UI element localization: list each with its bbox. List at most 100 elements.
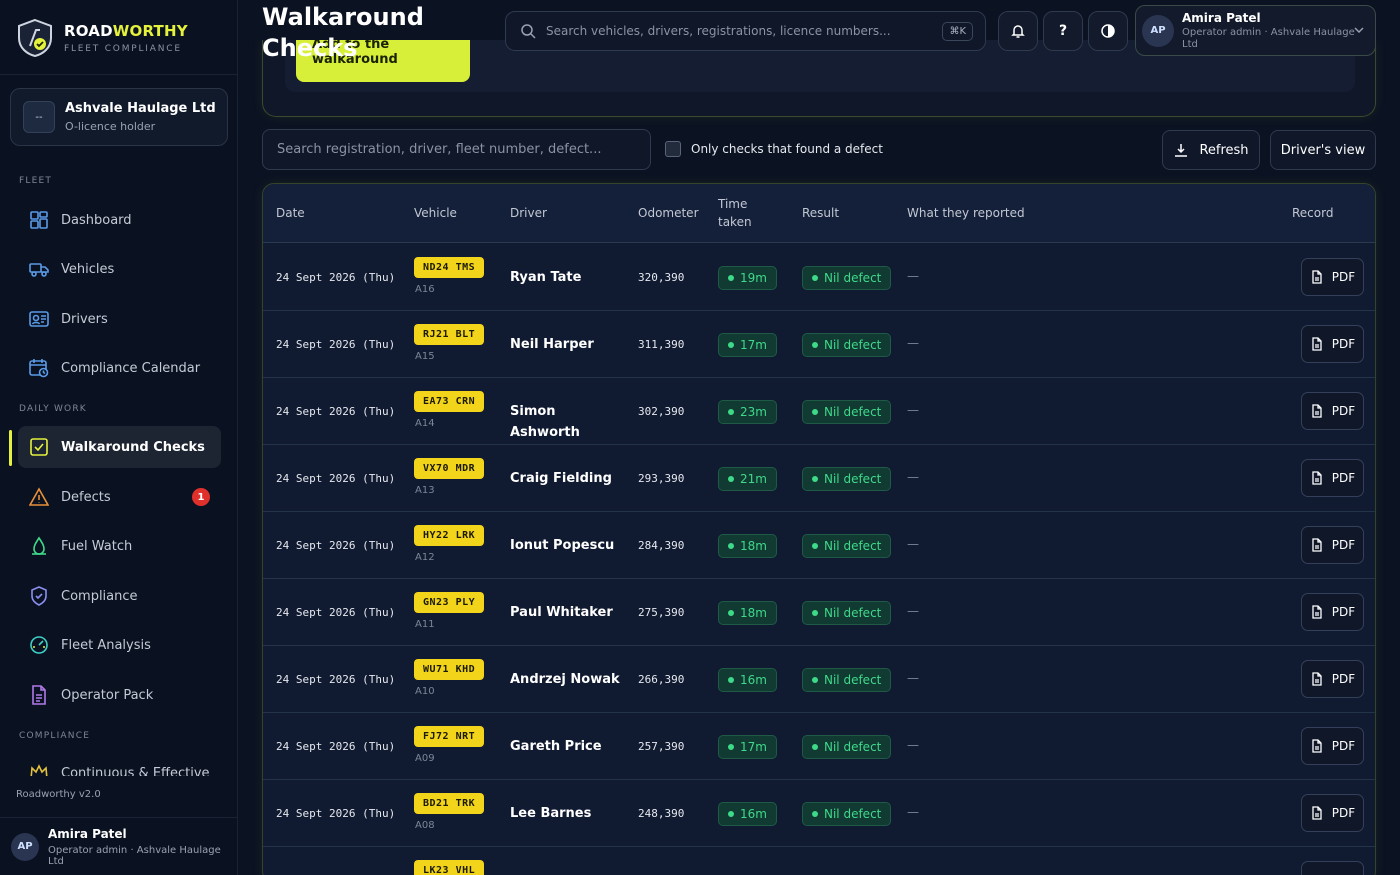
refresh-button[interactable]: Refresh xyxy=(1162,130,1260,170)
sidebar-item-drivers[interactable]: Drivers xyxy=(18,298,221,340)
bell-icon xyxy=(1011,25,1025,38)
registration-plate[interactable]: BD21 TRK xyxy=(414,793,485,814)
check-search-input[interactable]: Search registration, driver, fleet numbe… xyxy=(262,129,651,170)
table-row[interactable]: 24 Sept 2026 (Thu) VX70 MDR A13 Craig Field… xyxy=(263,445,1375,512)
sidebar-item-compliance[interactable]: Compliance xyxy=(18,575,221,617)
driver-name[interactable]: Paul Whitaker xyxy=(510,602,620,623)
driver-name[interactable]: Simon Ashworth xyxy=(510,401,620,443)
global-search-input[interactable]: Search vehicles, drivers, registrations,… xyxy=(505,11,986,51)
table-row[interactable]: 24 Sept 2026 (Thu) HY22 LRK A12 Ionut Popes… xyxy=(263,512,1375,579)
col-date[interactable]: Date xyxy=(276,204,305,222)
driver-name[interactable]: Ionut Popescu xyxy=(510,535,620,556)
sidebar-item-label: Compliance Calendar xyxy=(61,360,201,376)
sidebar-item-continuous-effective[interactable]: Continuous & Effective xyxy=(18,752,221,776)
driver-name[interactable]: Lee Barnes xyxy=(510,803,620,824)
driver-name[interactable]: Gareth Price xyxy=(510,736,620,757)
check-date: 24 Sept 2026 (Thu) xyxy=(276,405,396,418)
sidebar-item-walkaround-checks[interactable]: Walkaround Checks xyxy=(18,426,221,468)
pdf-record-button[interactable]: PDF xyxy=(1301,660,1364,698)
status-dot xyxy=(812,275,818,281)
sidebar-item-defects[interactable]: Defects 1 xyxy=(18,476,221,518)
pdf-record-button[interactable]: PDF xyxy=(1301,392,1364,430)
table-row[interactable]: LK23 VHL xyxy=(263,847,1375,875)
pdf-record-button[interactable]: PDF xyxy=(1301,526,1364,564)
table-row[interactable]: 24 Sept 2026 (Thu) WU71 KHD A10 Andrzej Now… xyxy=(263,646,1375,713)
col-vehicle[interactable]: Vehicle xyxy=(414,204,457,222)
theme-toggle-button[interactable] xyxy=(1088,11,1128,51)
reported-defects: — xyxy=(907,403,919,417)
reported-defects: — xyxy=(907,671,919,685)
col-result[interactable]: Result xyxy=(802,204,839,222)
time-taken-badge: 18m xyxy=(718,601,777,625)
sidebar: ROADWORTHY FLEET COMPLIANCE -- Ashvale H… xyxy=(0,0,238,875)
registration-plate[interactable]: FJ72 NRT xyxy=(414,726,485,747)
registration-plate[interactable]: ND24 TMS xyxy=(414,257,485,278)
pdf-record-button[interactable]: PDF xyxy=(1301,794,1364,832)
pdf-record-button[interactable]: PDF xyxy=(1301,459,1364,497)
sidebar-item-label: Fleet Analysis xyxy=(61,637,151,653)
col-reported[interactable]: What they reported xyxy=(907,204,1025,222)
reported-defects: — xyxy=(907,537,919,551)
registration-plate[interactable]: LK23 VHL xyxy=(414,860,485,875)
status-dot xyxy=(728,476,734,482)
sidebar-user[interactable]: AP Amira Patel Operator admin · Ashvale … xyxy=(0,817,238,875)
table-row[interactable]: 24 Sept 2026 (Thu) GN23 PLY A11 Paul Whitak… xyxy=(263,579,1375,646)
app-version: Roadworthy v2.0 xyxy=(16,789,101,800)
pdf-record-button[interactable] xyxy=(1301,861,1364,875)
registration-plate[interactable]: VX70 MDR xyxy=(414,458,485,479)
driver-name[interactable]: Ryan Tate xyxy=(510,267,620,288)
file-icon xyxy=(1312,806,1322,820)
col-odometer[interactable]: Odometer xyxy=(638,204,699,222)
col-record[interactable]: Record xyxy=(1292,204,1333,222)
id-card-icon xyxy=(29,311,49,327)
registration-plate[interactable]: RJ21 BLT xyxy=(414,324,485,345)
table-row[interactable]: 24 Sept 2026 (Thu) RJ21 BLT A15 Neil Harper… xyxy=(263,311,1375,378)
sidebar-item-label: Fuel Watch xyxy=(61,538,133,554)
user-menu[interactable]: AP Amira Patel Operator admin · Ashvale … xyxy=(1135,5,1376,56)
drivers-view-button[interactable]: Driver's view xyxy=(1270,130,1376,170)
registration-plate[interactable]: HY22 LRK xyxy=(414,525,485,546)
check-date: 24 Sept 2026 (Thu) xyxy=(276,740,396,753)
sidebar-item-fuel-watch[interactable]: Fuel Watch xyxy=(18,525,221,567)
check-date: 24 Sept 2026 (Thu) xyxy=(276,606,396,619)
sidebar-item-vehicles[interactable]: Vehicles xyxy=(18,248,221,290)
pdf-record-button[interactable]: PDF xyxy=(1301,593,1364,631)
registration-plate[interactable]: EA73 CRN xyxy=(414,391,485,412)
table-row[interactable]: 24 Sept 2026 (Thu) FJ72 NRT A09 Gareth Pric… xyxy=(263,713,1375,780)
defect-only-label[interactable]: Only checks that found a defect xyxy=(691,142,883,156)
reported-defects: — xyxy=(907,738,919,752)
sidebar-item-fleet-analysis[interactable]: Fleet Analysis xyxy=(18,624,221,666)
table-row[interactable]: 24 Sept 2026 (Thu) EA73 CRN A14 Simon Ashwo… xyxy=(263,378,1375,445)
global-search-placeholder: Search vehicles, drivers, registrations,… xyxy=(546,24,891,38)
file-icon xyxy=(1312,739,1322,753)
notifications-button[interactable] xyxy=(998,11,1038,51)
registration-plate[interactable]: WU71 KHD xyxy=(414,659,485,680)
result-badge: Nil defect xyxy=(802,534,892,558)
file-icon xyxy=(1312,672,1322,686)
avatar: AP xyxy=(1142,14,1174,47)
col-time-taken[interactable]: Time taken xyxy=(718,195,752,231)
driver-name[interactable]: Craig Fielding xyxy=(510,468,620,489)
defect-only-checkbox[interactable] xyxy=(665,141,681,157)
pdf-record-button[interactable]: PDF xyxy=(1301,727,1364,765)
status-dot xyxy=(728,744,734,750)
sidebar-item-operator-pack[interactable]: Operator Pack xyxy=(18,674,221,716)
col-driver[interactable]: Driver xyxy=(510,204,547,222)
org-badge: -- xyxy=(23,101,55,133)
status-dot xyxy=(728,610,734,616)
sidebar-item-compliance-calendar[interactable]: Compliance Calendar xyxy=(18,347,221,389)
table-row[interactable]: 24 Sept 2026 (Thu) BD21 TRK A08 Lee Barnes 2… xyxy=(263,780,1375,847)
driver-name[interactable]: Andrzej Nowak xyxy=(510,669,620,690)
clipboard-check-icon xyxy=(30,438,48,456)
table-row[interactable]: 24 Sept 2026 (Thu) ND24 TMS A16 Ryan Tate 32… xyxy=(263,244,1375,311)
time-taken-badge: 18m xyxy=(718,534,777,558)
sidebar-item-dashboard[interactable]: Dashboard xyxy=(18,199,221,241)
pdf-record-button[interactable]: PDF xyxy=(1301,325,1364,363)
defects-count-badge: 1 xyxy=(192,488,210,506)
driver-name[interactable]: Neil Harper xyxy=(510,334,620,355)
org-switcher[interactable]: -- Ashvale Haulage Ltd O-licence holder xyxy=(10,88,228,146)
pdf-record-button[interactable]: PDF xyxy=(1301,258,1364,296)
brand[interactable]: ROADWORTHY FLEET COMPLIANCE xyxy=(16,18,188,58)
help-button[interactable]: ? xyxy=(1043,11,1083,51)
registration-plate[interactable]: GN23 PLY xyxy=(414,592,485,613)
